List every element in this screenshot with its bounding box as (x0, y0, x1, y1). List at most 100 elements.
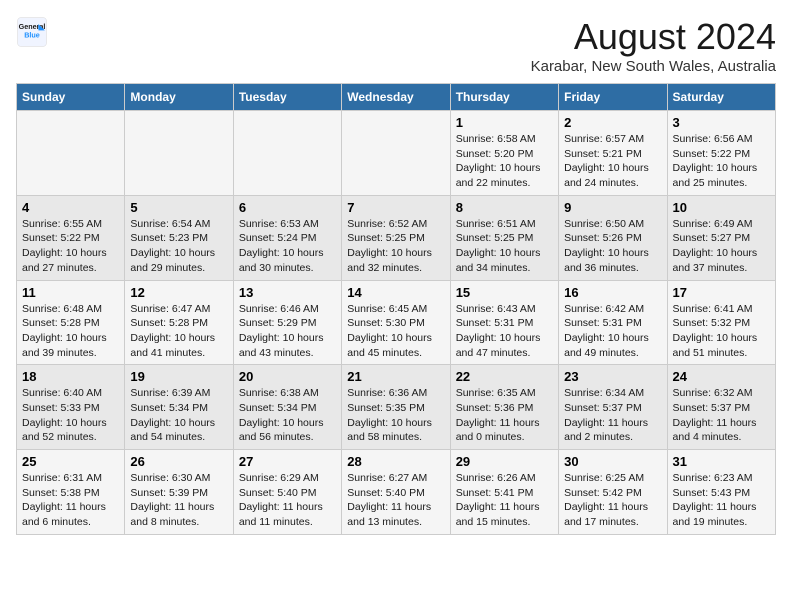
day-info: Sunrise: 6:53 AM Sunset: 5:24 PM Dayligh… (239, 217, 336, 276)
day-number: 27 (239, 454, 336, 469)
table-row: 6 Sunrise: 6:53 AM Sunset: 5:24 PM Daylig… (233, 195, 341, 280)
header-row: SundayMondayTuesdayWednesdayThursdayFrid… (17, 84, 776, 111)
table-row: 5 Sunrise: 6:54 AM Sunset: 5:23 PM Daylig… (125, 195, 233, 280)
day-number: 29 (456, 454, 553, 469)
day-info: Sunrise: 6:50 AM Sunset: 5:26 PM Dayligh… (564, 217, 661, 276)
day-number: 12 (130, 285, 227, 300)
table-row: 26 Sunrise: 6:30 AM Sunset: 5:39 PM Dayli… (125, 450, 233, 535)
day-number: 23 (564, 369, 661, 384)
calendar-table: SundayMondayTuesdayWednesdayThursdayFrid… (16, 83, 776, 535)
table-row: 9 Sunrise: 6:50 AM Sunset: 5:26 PM Daylig… (559, 195, 667, 280)
table-row: 8Sunrise: 6:51 AM Sunset: 5:25 PM Daylig… (450, 195, 558, 280)
day-number: 7 (347, 200, 444, 215)
day-number: 6 (239, 200, 336, 215)
table-row: 24 Sunrise: 6:32 AM Sunset: 5:37 PM Dayli… (667, 365, 775, 450)
day-number: 26 (130, 454, 227, 469)
day-info: Sunrise: 6:31 AM Sunset: 5:38 PM Dayligh… (22, 471, 119, 530)
day-info: Sunrise: 6:55 AM Sunset: 5:22 PM Dayligh… (22, 217, 119, 276)
day-info: Sunrise: 6:30 AM Sunset: 5:39 PM Dayligh… (130, 471, 227, 530)
day-number: 17 (673, 285, 770, 300)
day-number: 25 (22, 454, 119, 469)
day-number: 30 (564, 454, 661, 469)
day-info: Sunrise: 6:27 AM Sunset: 5:40 PM Dayligh… (347, 471, 444, 530)
table-row (233, 111, 341, 196)
day-info: Sunrise: 6:41 AM Sunset: 5:32 PM Dayligh… (673, 302, 770, 361)
day-info: Sunrise: 6:35 AM Sunset: 5:36 PM Dayligh… (456, 386, 553, 445)
table-row: 15Sunrise: 6:43 AM Sunset: 5:31 PM Dayli… (450, 280, 558, 365)
week-row-5: 25 Sunrise: 6:31 AM Sunset: 5:38 PM Dayli… (17, 450, 776, 535)
col-header-monday: Monday (125, 84, 233, 111)
table-row: 13 Sunrise: 6:46 AM Sunset: 5:29 PM Dayli… (233, 280, 341, 365)
day-info: Sunrise: 6:38 AM Sunset: 5:34 PM Dayligh… (239, 386, 336, 445)
day-info: Sunrise: 6:29 AM Sunset: 5:40 PM Dayligh… (239, 471, 336, 530)
day-number: 20 (239, 369, 336, 384)
day-info: Sunrise: 6:42 AM Sunset: 5:31 PM Dayligh… (564, 302, 661, 361)
table-row: 31Sunrise: 6:23 AM Sunset: 5:43 PM Dayli… (667, 450, 775, 535)
table-row (125, 111, 233, 196)
day-number: 10 (673, 200, 770, 215)
day-number: 8 (456, 200, 553, 215)
logo-icon: General Blue (16, 16, 48, 48)
day-number: 11 (22, 285, 119, 300)
title-block: August 2024 Karabar, New South Wales, Au… (531, 16, 776, 75)
day-number: 4 (22, 200, 119, 215)
week-row-4: 18 Sunrise: 6:40 AM Sunset: 5:33 PM Dayli… (17, 365, 776, 450)
table-row (17, 111, 125, 196)
col-header-thursday: Thursday (450, 84, 558, 111)
day-info: Sunrise: 6:23 AM Sunset: 5:43 PM Dayligh… (673, 471, 770, 530)
table-row: 28Sunrise: 6:27 AM Sunset: 5:40 PM Dayli… (342, 450, 450, 535)
table-row: 1 Sunrise: 6:58 AM Sunset: 5:20 PM Daylig… (450, 111, 558, 196)
day-number: 1 (456, 115, 553, 130)
day-info: Sunrise: 6:54 AM Sunset: 5:23 PM Dayligh… (130, 217, 227, 276)
table-row: 19Sunrise: 6:39 AM Sunset: 5:34 PM Dayli… (125, 365, 233, 450)
table-row: 12 Sunrise: 6:47 AM Sunset: 5:28 PM Dayli… (125, 280, 233, 365)
day-info: Sunrise: 6:56 AM Sunset: 5:22 PM Dayligh… (673, 132, 770, 191)
day-number: 21 (347, 369, 444, 384)
day-info: Sunrise: 6:45 AM Sunset: 5:30 PM Dayligh… (347, 302, 444, 361)
day-info: Sunrise: 6:49 AM Sunset: 5:27 PM Dayligh… (673, 217, 770, 276)
day-number: 9 (564, 200, 661, 215)
table-row: 10 Sunrise: 6:49 AM Sunset: 5:27 PM Dayli… (667, 195, 775, 280)
day-info: Sunrise: 6:40 AM Sunset: 5:33 PM Dayligh… (22, 386, 119, 445)
main-title: August 2024 (531, 16, 776, 58)
table-row: 16Sunrise: 6:42 AM Sunset: 5:31 PM Dayli… (559, 280, 667, 365)
day-number: 18 (22, 369, 119, 384)
table-row: 3 Sunrise: 6:56 AM Sunset: 5:22 PM Daylig… (667, 111, 775, 196)
col-header-tuesday: Tuesday (233, 84, 341, 111)
col-header-sunday: Sunday (17, 84, 125, 111)
day-info: Sunrise: 6:47 AM Sunset: 5:28 PM Dayligh… (130, 302, 227, 361)
day-number: 5 (130, 200, 227, 215)
table-row: 21 Sunrise: 6:36 AM Sunset: 5:35 PM Dayli… (342, 365, 450, 450)
day-info: Sunrise: 6:58 AM Sunset: 5:20 PM Dayligh… (456, 132, 553, 191)
table-row: 11Sunrise: 6:48 AM Sunset: 5:28 PM Dayli… (17, 280, 125, 365)
day-info: Sunrise: 6:39 AM Sunset: 5:34 PM Dayligh… (130, 386, 227, 445)
table-row: 29 Sunrise: 6:26 AM Sunset: 5:41 PM Dayli… (450, 450, 558, 535)
table-row: 23 Sunrise: 6:34 AM Sunset: 5:37 PM Dayli… (559, 365, 667, 450)
subtitle: Karabar, New South Wales, Australia (531, 58, 776, 75)
table-row: 14 Sunrise: 6:45 AM Sunset: 5:30 PM Dayli… (342, 280, 450, 365)
col-header-wednesday: Wednesday (342, 84, 450, 111)
day-info: Sunrise: 6:25 AM Sunset: 5:42 PM Dayligh… (564, 471, 661, 530)
col-header-friday: Friday (559, 84, 667, 111)
day-info: Sunrise: 6:26 AM Sunset: 5:41 PM Dayligh… (456, 471, 553, 530)
table-row: 4 Sunrise: 6:55 AM Sunset: 5:22 PM Daylig… (17, 195, 125, 280)
week-row-2: 4 Sunrise: 6:55 AM Sunset: 5:22 PM Daylig… (17, 195, 776, 280)
table-row: 22 Sunrise: 6:35 AM Sunset: 5:36 PM Dayli… (450, 365, 558, 450)
svg-text:Blue: Blue (24, 31, 40, 40)
day-info: Sunrise: 6:57 AM Sunset: 5:21 PM Dayligh… (564, 132, 661, 191)
day-number: 22 (456, 369, 553, 384)
day-info: Sunrise: 6:32 AM Sunset: 5:37 PM Dayligh… (673, 386, 770, 445)
day-number: 24 (673, 369, 770, 384)
logo: General Blue (16, 16, 48, 48)
day-info: Sunrise: 6:46 AM Sunset: 5:29 PM Dayligh… (239, 302, 336, 361)
day-number: 3 (673, 115, 770, 130)
day-number: 14 (347, 285, 444, 300)
col-header-saturday: Saturday (667, 84, 775, 111)
day-info: Sunrise: 6:36 AM Sunset: 5:35 PM Dayligh… (347, 386, 444, 445)
page-header: General Blue August 2024 Karabar, New So… (16, 16, 776, 75)
day-info: Sunrise: 6:34 AM Sunset: 5:37 PM Dayligh… (564, 386, 661, 445)
day-number: 13 (239, 285, 336, 300)
week-row-3: 11Sunrise: 6:48 AM Sunset: 5:28 PM Dayli… (17, 280, 776, 365)
table-row: 17 Sunrise: 6:41 AM Sunset: 5:32 PM Dayli… (667, 280, 775, 365)
day-number: 15 (456, 285, 553, 300)
